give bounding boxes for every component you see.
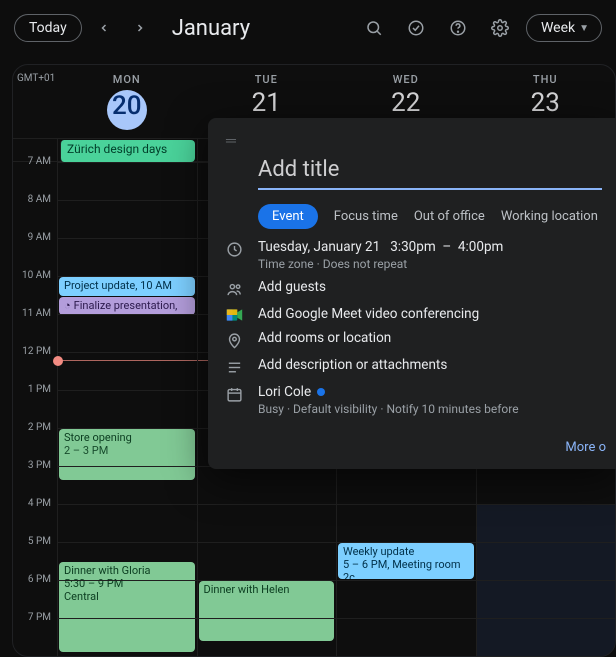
- grid-cell[interactable]: [57, 618, 197, 656]
- grid-cell[interactable]: [57, 466, 197, 504]
- grid-cell[interactable]: [57, 200, 197, 238]
- grid-cell[interactable]: [336, 504, 476, 542]
- hour-label: 9 AM: [13, 232, 57, 270]
- grid-cell[interactable]: [57, 238, 197, 276]
- now-indicator-dot: [53, 356, 63, 366]
- view-selector[interactable]: Week ▼: [526, 14, 602, 42]
- day-header-mon[interactable]: MON 20: [57, 65, 197, 138]
- now-indicator-line: [58, 360, 197, 361]
- today-button[interactable]: Today: [14, 14, 82, 42]
- grid-cell[interactable]: [476, 466, 616, 504]
- more-options-link[interactable]: More o: [224, 440, 608, 455]
- hour-label: 10 AM: [13, 270, 57, 308]
- event-line: 5 – 6 PM, Meeting room 2c: [343, 558, 469, 579]
- dow-label: MON: [57, 73, 197, 86]
- grid-cell[interactable]: [57, 504, 197, 542]
- event-finalize[interactable]: ◔Finalize presentation, 10:: [59, 297, 195, 315]
- next-button[interactable]: [126, 14, 154, 42]
- event-line: Weekly update: [343, 545, 469, 558]
- timezone-label: GMT+01: [13, 65, 57, 138]
- grid-cell[interactable]: [57, 580, 197, 618]
- hour-label: 11 AM: [13, 308, 57, 346]
- event-title-input[interactable]: [258, 153, 602, 190]
- grid-cell[interactable]: [336, 580, 476, 618]
- grid-cell[interactable]: [476, 504, 616, 542]
- hour-label: 7 PM: [13, 612, 57, 650]
- event-line: 2 – 3 PM: [64, 444, 190, 457]
- event-project[interactable]: Project update, 10 AM: [59, 277, 195, 296]
- hour-label: 7 AM: [13, 156, 57, 194]
- hour-label: 5 PM: [13, 536, 57, 574]
- hour-label: 2 PM: [13, 422, 57, 460]
- organizer-sub: Busy · Default visibility · Notify 10 mi…: [258, 402, 519, 416]
- grid-cell[interactable]: [336, 618, 476, 656]
- grid-cell[interactable]: Dinner with Gloria5:30 – 9 PMCentral: [57, 542, 197, 580]
- calendar-icon: [224, 384, 244, 403]
- allday-event[interactable]: Zürich design days: [60, 140, 195, 162]
- add-description[interactable]: Add description or attachments: [258, 357, 447, 373]
- grid-cell[interactable]: [57, 162, 197, 200]
- dow-label: THU: [476, 73, 616, 86]
- grid-cell[interactable]: Dinner with Helen: [197, 580, 337, 618]
- dow-label: TUE: [197, 73, 337, 86]
- tab-out-of-office[interactable]: Out of office: [414, 209, 485, 224]
- grid-cell[interactable]: [197, 618, 337, 656]
- hour-label: 6 PM: [13, 574, 57, 612]
- hour-label: 3 PM: [13, 460, 57, 498]
- people-icon: [224, 279, 244, 298]
- month-label: January: [172, 16, 250, 41]
- check-circle-icon[interactable]: [400, 12, 432, 44]
- hour-label: 8 AM: [13, 194, 57, 232]
- meet-icon: [224, 306, 244, 322]
- grid-cell[interactable]: [476, 618, 616, 656]
- color-dot: [317, 388, 325, 396]
- view-label: Week: [541, 20, 575, 36]
- event-weekly[interactable]: Weekly update5 – 6 PM, Meeting room 2c: [338, 543, 474, 579]
- grid-cell[interactable]: [57, 314, 197, 352]
- event-time-sub[interactable]: Time zone · Does not repeat: [258, 257, 503, 271]
- grid-cell[interactable]: [197, 542, 337, 580]
- grid-cell[interactable]: Project update, 10 AM ◔Finalize presentat…: [57, 276, 197, 314]
- add-guests[interactable]: Add guests: [258, 279, 326, 295]
- drag-handle-icon[interactable]: ═: [226, 132, 608, 149]
- settings-icon[interactable]: [484, 12, 516, 44]
- create-event-modal: ═ Event Focus time Out of office Working…: [208, 118, 616, 469]
- location-icon: [224, 330, 244, 349]
- event-line: Dinner with Helen: [204, 583, 330, 596]
- grid-cell[interactable]: [197, 504, 337, 542]
- event-line: Dinner with Gloria: [64, 564, 190, 577]
- grid-cell[interactable]: Weekly update5 – 6 PM, Meeting room 2c: [336, 542, 476, 580]
- clock-icon: [224, 239, 244, 258]
- search-icon[interactable]: [358, 12, 390, 44]
- organizer[interactable]: Lori Cole: [258, 384, 519, 400]
- event-line: Store opening: [64, 431, 190, 444]
- chevron-down-icon: ▼: [579, 23, 589, 34]
- help-icon[interactable]: [442, 12, 474, 44]
- grid-cell[interactable]: [476, 580, 616, 618]
- tab-working-location[interactable]: Working location: [501, 209, 598, 224]
- event-time[interactable]: Tuesday, January 21 3:30pm – 4:00pm: [258, 239, 503, 255]
- grid-cell[interactable]: [336, 466, 476, 504]
- add-meet[interactable]: Add Google Meet video conferencing: [258, 306, 479, 322]
- grid-cell[interactable]: [57, 390, 197, 428]
- tab-focus-time[interactable]: Focus time: [334, 209, 398, 224]
- add-location[interactable]: Add rooms or location: [258, 330, 391, 346]
- hour-label: 4 PM: [13, 498, 57, 536]
- day-number: 20: [107, 90, 147, 130]
- grid-cell[interactable]: Store opening2 – 3 PM: [57, 428, 197, 466]
- hour-label: 1 PM: [13, 384, 57, 422]
- hour-label: 12 PM: [13, 346, 57, 384]
- grid-cell[interactable]: [197, 466, 337, 504]
- description-icon: [224, 357, 244, 376]
- tab-event[interactable]: Event: [258, 204, 318, 229]
- prev-button[interactable]: [90, 14, 118, 42]
- dow-label: WED: [336, 73, 476, 86]
- grid-cell[interactable]: [57, 352, 197, 390]
- event-line: Project update, 10 AM: [64, 279, 190, 292]
- grid-cell[interactable]: [476, 542, 616, 580]
